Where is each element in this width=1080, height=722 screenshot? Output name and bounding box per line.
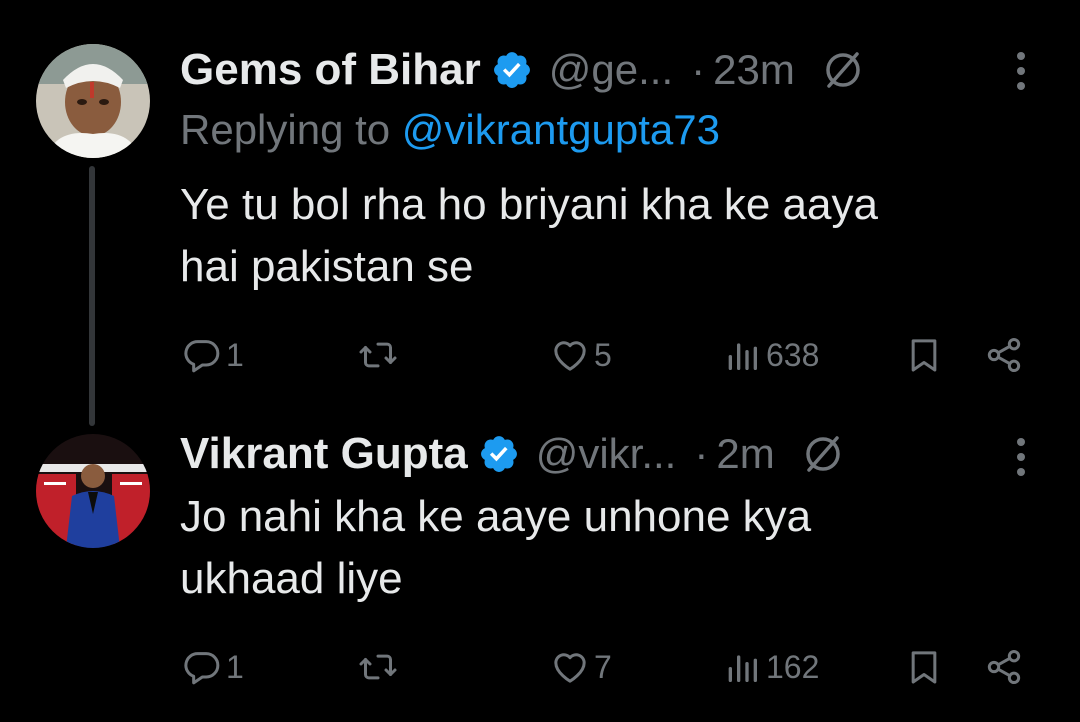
reply-icon [184,340,220,373]
views-icon [728,343,757,370]
more-icon[interactable] [1006,46,1036,96]
replying-to: Replying to @vikrantgupta73 [180,106,720,154]
retweet-button[interactable] [358,642,398,692]
reply-count: 1 [226,648,244,685]
author-name[interactable]: Gems of Bihar [180,45,481,95]
author-handle[interactable]: @vikr... [536,430,677,478]
grok-icon[interactable] [821,48,865,92]
tweet-text-line: ukhaad liye [180,554,403,603]
tweet-gems-of-bihar[interactable]: Gems of Bihar @ge... · 23m Replying to @… [0,38,1080,418]
tweet-text-line: hai pakistan se [180,242,474,291]
separator-dot: · [694,430,709,477]
share-button[interactable] [984,642,1024,692]
retweet-button[interactable] [358,330,398,380]
like-button[interactable]: 5 [550,330,612,380]
tweet-text-line: Jo nahi kha ke aaye unhone kya [180,492,812,541]
timestamp[interactable]: 23m [713,46,795,94]
reply-icon [184,652,220,685]
bookmark-button[interactable] [904,642,944,692]
verified-badge-icon [480,436,517,472]
tweet-text-line: Ye tu bol rha ho briyani kha ke aaya [180,180,878,229]
replying-to-mention[interactable]: @vikrantgupta73 [402,106,720,153]
tweet-vikrant-gupta[interactable]: Vikrant Gupta @vikr... · 2m Jo nahi kha … [0,424,1080,714]
action-bar: 1 7 162 [0,642,1080,692]
like-count: 7 [594,648,612,685]
bookmark-icon [911,651,937,684]
tweet-header: Vikrant Gupta @vikr... · 2m [180,422,845,486]
view-count: 162 [766,648,820,685]
tweet-header: Gems of Bihar @ge... · 23m [180,38,865,102]
bookmark-icon [911,339,937,372]
share-icon [987,650,1021,684]
like-icon [554,341,586,371]
view-count: 638 [766,336,820,373]
verified-badge-icon [493,52,530,88]
reply-button[interactable]: 1 [182,642,244,692]
views-button[interactable]: 638 [722,330,819,380]
views-button[interactable]: 162 [722,642,819,692]
action-bar: 1 5 638 [0,330,1080,380]
avatar[interactable] [36,434,150,548]
separator-dot: · [691,46,706,93]
tweet-text: Ye tu bol rha ho briyani kha ke aaya hai… [180,174,1040,298]
avatar[interactable] [36,44,150,158]
share-icon [987,338,1021,372]
retweet-icon [359,654,397,680]
grok-icon[interactable] [801,432,845,476]
timestamp[interactable]: 2m [716,430,774,478]
share-button[interactable] [984,330,1024,380]
views-icon [728,655,757,682]
like-button[interactable]: 7 [550,642,612,692]
author-handle[interactable]: @ge... [549,46,673,94]
like-count: 5 [594,336,612,373]
retweet-icon [359,342,397,368]
replying-to-label: Replying to [180,106,402,153]
bookmark-button[interactable] [904,330,944,380]
tweet-text: Jo nahi kha ke aaye unhone kya ukhaad li… [180,486,1040,610]
reply-count: 1 [226,336,244,373]
author-name[interactable]: Vikrant Gupta [180,429,468,479]
reply-button[interactable]: 1 [182,330,244,380]
like-icon [554,653,586,683]
more-icon[interactable] [1006,432,1036,482]
